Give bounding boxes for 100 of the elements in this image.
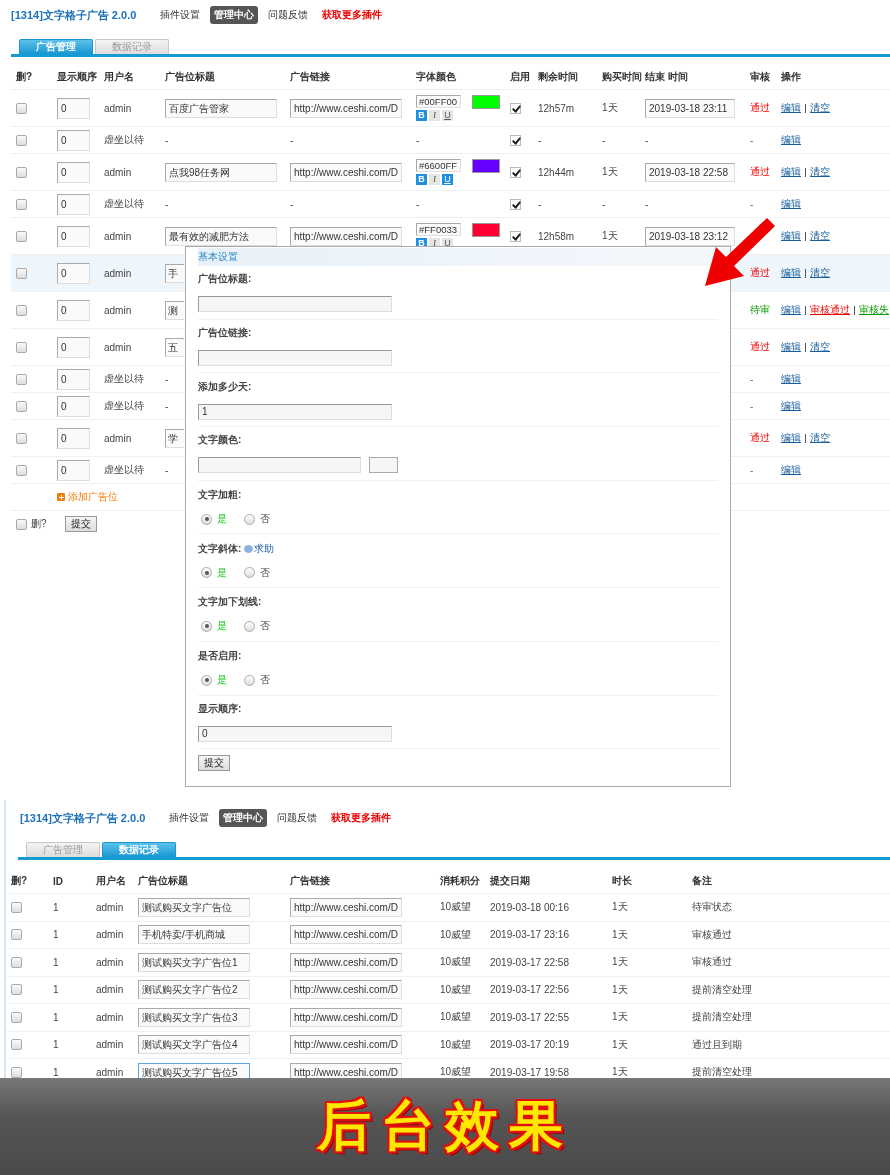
checkbox[interactable]: [11, 956, 22, 968]
add-icon[interactable]: [57, 493, 65, 501]
radio-button[interactable]: [201, 513, 212, 525]
nav-link[interactable]: 管理中心: [219, 809, 268, 827]
link-field[interactable]: http://www.ceshi.com/D: [290, 226, 402, 246]
edit-link[interactable]: 编辑: [781, 197, 801, 211]
edit-link[interactable]: 编辑: [781, 229, 801, 243]
edit-link[interactable]: 编辑: [781, 101, 801, 115]
checkbox[interactable]: [510, 102, 521, 114]
help-icon[interactable]: [244, 544, 254, 553]
help-link[interactable]: 求助: [254, 541, 275, 556]
nav-link[interactable]: 管理中心: [210, 6, 259, 24]
checkbox[interactable]: [11, 901, 22, 913]
nav-link[interactable]: 插件设置: [165, 809, 214, 827]
checkbox[interactable]: [11, 1011, 22, 1023]
order-field[interactable]: 0: [57, 368, 90, 390]
title-field[interactable]: 点我98任务网: [165, 162, 277, 182]
title-field[interactable]: 测试购买文字广告位: [138, 897, 250, 917]
radio-button[interactable]: [201, 674, 212, 686]
edit-link[interactable]: 编辑: [781, 303, 801, 317]
link-field[interactable]: http://www.ceshi.com/D: [290, 1062, 402, 1078]
color-input-field[interactable]: [198, 457, 361, 474]
format-button[interactable]: U: [442, 110, 453, 121]
color-field[interactable]: #00FF00: [416, 95, 461, 108]
link-field[interactable]: http://www.ceshi.com/D: [290, 897, 402, 917]
link-field[interactable]: http://www.ceshi.com/D: [290, 925, 402, 945]
title-field[interactable]: 测试购买文字广告位2: [138, 980, 250, 1000]
color-field[interactable]: #6600FF: [416, 159, 461, 172]
checkbox[interactable]: [16, 304, 27, 316]
order-field[interactable]: 0: [57, 129, 90, 151]
clear-link[interactable]: 清空: [810, 266, 830, 280]
date-field[interactable]: 2019-03-18 23:12: [645, 226, 735, 246]
edit-link[interactable]: 编辑: [781, 463, 801, 477]
checkbox[interactable]: [510, 134, 521, 146]
link-field[interactable]: http://www.ceshi.com/D: [290, 952, 402, 972]
checkbox[interactable]: [11, 1066, 22, 1078]
edit-link[interactable]: 编辑: [781, 372, 801, 386]
order-field[interactable]: 0: [57, 395, 90, 417]
checkbox[interactable]: [16, 464, 27, 476]
nav-link[interactable]: 获取更多插件: [327, 809, 396, 827]
checkbox[interactable]: [16, 518, 27, 530]
checkbox[interactable]: [16, 134, 27, 146]
nav-link[interactable]: 问题反馈: [264, 6, 313, 24]
checkbox[interactable]: [510, 198, 521, 210]
input-field[interactable]: [198, 296, 392, 313]
checkbox[interactable]: [11, 929, 22, 941]
date-field[interactable]: 2019-03-18 22:58: [645, 162, 735, 182]
radio-button[interactable]: [201, 620, 212, 632]
table-row[interactable]: 0 admin 百度广告管家 http://www.ceshi.com/D #00FF00 B I U 12h57m 1天 2019-03-18 23:11 通过 编辑 清空: [11, 90, 890, 127]
checkbox[interactable]: [16, 166, 27, 178]
order-field[interactable]: 0: [57, 299, 90, 321]
clear-link[interactable]: 清空: [810, 431, 830, 445]
title-field[interactable]: 五: [165, 337, 184, 357]
order-field[interactable]: 0: [57, 336, 90, 358]
format-button[interactable]: I: [429, 110, 440, 121]
link-field[interactable]: http://www.ceshi.com/D: [290, 162, 402, 182]
title-field[interactable]: 最有效的减肥方法: [165, 226, 277, 246]
order-field[interactable]: 0: [57, 161, 90, 183]
order-field[interactable]: 0: [57, 97, 90, 119]
color-swatch[interactable]: [472, 159, 500, 173]
checkbox[interactable]: [16, 373, 27, 385]
nav-link[interactable]: 插件设置: [156, 6, 205, 24]
link-field[interactable]: http://www.ceshi.com/D: [290, 980, 402, 1000]
title-field[interactable]: 学: [165, 428, 184, 448]
title-field[interactable]: 测试购买文字广告位3: [138, 1007, 250, 1027]
checkbox[interactable]: [16, 432, 27, 444]
table-row[interactable]: 0 admin 点我98任务网 http://www.ceshi.com/D #6600FF B I U 12h44m 1天 2019-03-18 22:58 通过 编辑 清空: [11, 154, 890, 191]
input-field[interactable]: 0: [198, 725, 392, 742]
reject-link[interactable]: 审核失: [859, 303, 889, 317]
order-field[interactable]: 0: [57, 225, 90, 247]
format-button[interactable]: I: [429, 174, 440, 185]
date-field[interactable]: 2019-03-18 23:11: [645, 98, 735, 118]
radio-button[interactable]: [244, 674, 255, 686]
edit-link[interactable]: 编辑: [781, 399, 801, 413]
title-field[interactable]: 测: [165, 300, 184, 320]
input-field[interactable]: 1: [198, 403, 392, 420]
checkbox[interactable]: [510, 230, 521, 242]
title-field[interactable]: 百度广告管家: [165, 98, 277, 118]
edit-link[interactable]: 编辑: [781, 431, 801, 445]
checkbox[interactable]: [16, 400, 27, 412]
input-field[interactable]: [198, 350, 392, 367]
submit-button[interactable]: 提交: [198, 755, 230, 772]
table-row[interactable]: 0 虚坐以待 - - - - - - - 编辑: [11, 127, 890, 154]
radio-button[interactable]: [244, 620, 255, 632]
radio-button[interactable]: [244, 513, 255, 525]
order-field[interactable]: 0: [57, 427, 90, 449]
color-field[interactable]: #FF0033: [416, 223, 461, 236]
clear-link[interactable]: 清空: [810, 101, 830, 115]
clear-link[interactable]: 清空: [810, 165, 830, 179]
clear-link[interactable]: 清空: [810, 340, 830, 354]
checkbox[interactable]: [16, 267, 27, 279]
color-swatch[interactable]: [472, 95, 500, 109]
title-field[interactable]: 手: [165, 263, 184, 283]
edit-link[interactable]: 编辑: [781, 133, 801, 147]
checkbox[interactable]: [11, 1039, 22, 1051]
color-swatch[interactable]: [472, 223, 500, 237]
title-field[interactable]: 测试购买文字广告位1: [138, 952, 250, 972]
radio-button[interactable]: [201, 567, 212, 579]
checkbox[interactable]: [16, 198, 27, 210]
checkbox[interactable]: [16, 102, 27, 114]
